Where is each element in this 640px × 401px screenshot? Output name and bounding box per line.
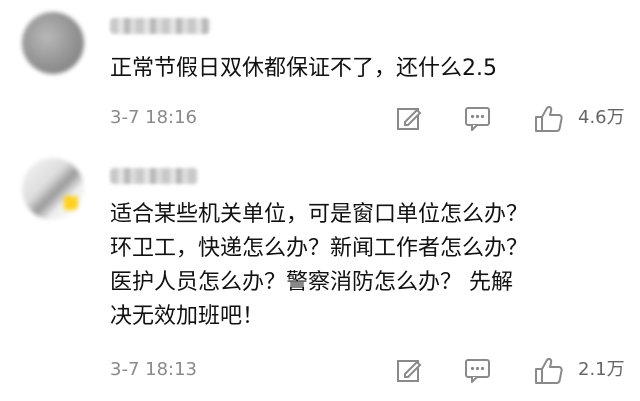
- username-blurred[interactable]: [110, 18, 210, 34]
- comment-meta: 3-7 18:13 2.1万: [110, 355, 630, 385]
- like-count: 2.1万: [578, 359, 625, 380]
- like-icon[interactable]: [534, 357, 564, 384]
- comment-icon[interactable]: [464, 357, 492, 383]
- comment-text: 正常节假日双休都保证不了，还什么2.5: [110, 56, 497, 81]
- avatar[interactable]: [22, 158, 84, 220]
- comment-icon[interactable]: [464, 105, 492, 131]
- like-icon[interactable]: [534, 105, 564, 132]
- comment-item: 正常节假日双休都保证不了，还什么2.5 3-7 18:16 4.6万: [0, 0, 640, 150]
- like-count: 4.6万: [578, 107, 625, 128]
- edit-icon[interactable]: [396, 357, 422, 383]
- avatar[interactable]: [22, 12, 84, 74]
- comment-item: 适合某些机关单位，可是窗口单位怎么办？ 环卫工，快递怎么办？新闻工作者怎么办？ …: [0, 150, 640, 401]
- comment-time: 3-7 18:13: [110, 359, 197, 380]
- avatar-badge: [64, 196, 78, 210]
- comment-meta: 3-7 18:16 4.6万: [110, 103, 630, 133]
- edit-icon[interactable]: [396, 105, 422, 131]
- username-blurred[interactable]: [110, 168, 198, 184]
- comment-text: 适合某些机关单位，可是窗口单位怎么办？ 环卫工，快递怎么办？新闻工作者怎么办？ …: [110, 202, 529, 329]
- comment-time: 3-7 18:16: [110, 107, 197, 128]
